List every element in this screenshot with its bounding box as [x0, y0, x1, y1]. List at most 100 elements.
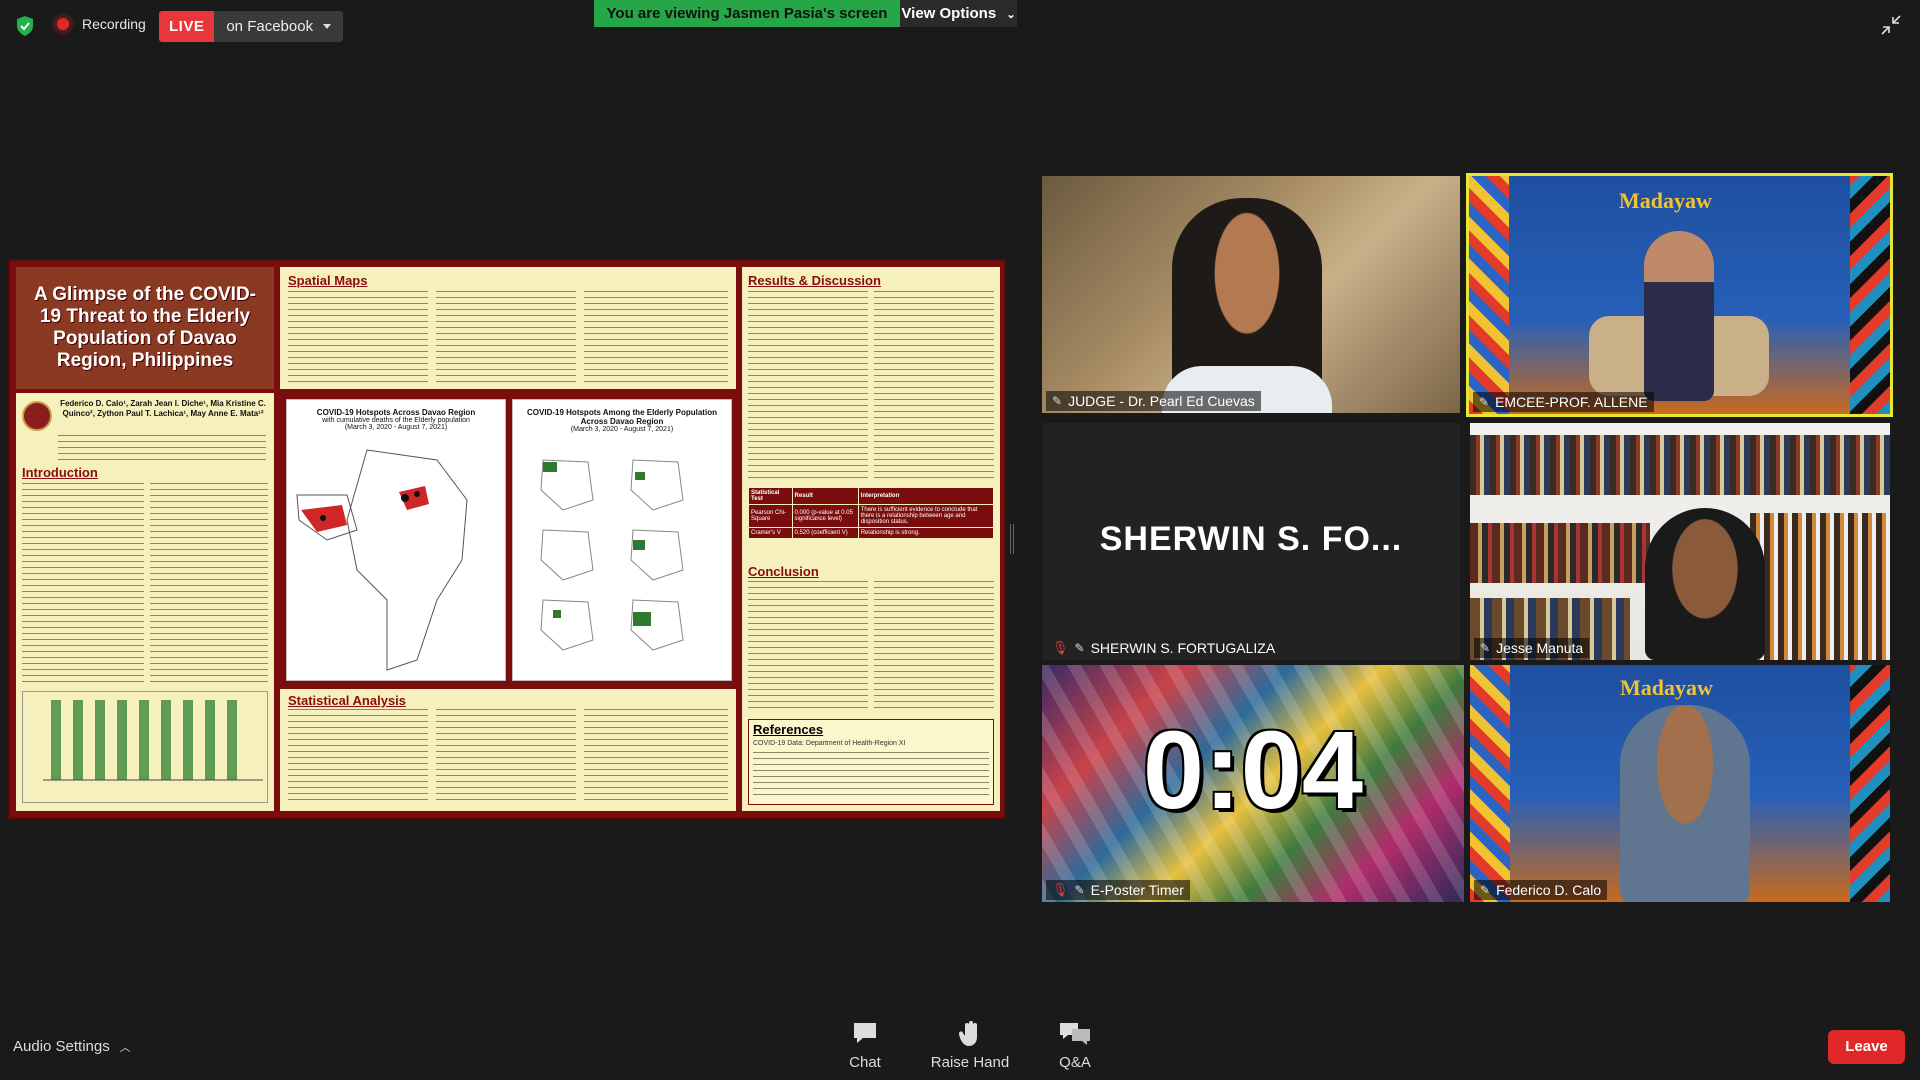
video-tile-emcee[interactable]: Madayaw ✎ EMCEE-PROF. ALLENE: [1466, 173, 1893, 417]
poster-right-panel: Results & Discussion Statistical Test Re…: [742, 267, 1000, 811]
participant-name-tag: ✎ Federico D. Calo: [1474, 880, 1608, 900]
participant-figure: [1645, 508, 1765, 660]
participant-name-tag: 🎙︎ ✎ SHERWIN S. FORTUGALIZA: [1046, 638, 1281, 658]
spatial-maps-heading: Spatial Maps: [288, 273, 368, 288]
chart-bar: [205, 700, 215, 780]
video-tile-judge[interactable]: ✎ JUDGE - Dr. Pearl Ed Cuevas: [1042, 176, 1460, 413]
poster-title: A Glimpse of the COVID-19 Threat to the …: [16, 267, 274, 389]
death-marker: [414, 491, 420, 497]
chat-button[interactable]: Chat: [825, 1020, 905, 1071]
mini-map: [540, 599, 594, 651]
table-cell: 0.520 (coefficient V): [791, 527, 859, 539]
video-tile-sherwin[interactable]: SHERWIN S. FO... 🎙︎ ✎ SHERWIN S. FORTUGA…: [1042, 423, 1460, 660]
pin-icon: ✎: [1480, 883, 1491, 897]
mini-map: [540, 529, 594, 581]
bookshelf-row: [1470, 435, 1890, 495]
chart-bar: [161, 700, 171, 780]
event-logo: Madayaw: [1619, 188, 1712, 213]
reference-1: COVID-19 Data: Department of Health-Regi…: [753, 740, 906, 747]
mini-map: [630, 529, 684, 581]
hotspot-map-figure-2: COVID-19 Hotspots Among the Elderly Popu…: [512, 399, 732, 681]
event-logo: Madayaw: [1620, 675, 1713, 700]
hotspot-fill: [633, 612, 651, 626]
split-view-drag-handle[interactable]: [1010, 524, 1014, 554]
bookshelf-row: [1750, 513, 1890, 660]
results-text-col2: [874, 291, 994, 481]
view-options-label: View Options: [901, 5, 997, 22]
video-tile-jesse[interactable]: ✎ Jesse Manuta: [1470, 423, 1890, 660]
participant-name: Jesse Manuta: [1496, 640, 1584, 656]
participant-name: E-Poster Timer: [1090, 882, 1184, 898]
conclusion-text-col1: [748, 581, 868, 713]
participant-name-tag: ✎ JUDGE - Dr. Pearl Ed Cuevas: [1046, 391, 1261, 411]
conclusion-heading: Conclusion: [748, 564, 819, 579]
hotspot-fill: [543, 462, 557, 472]
raise-hand-icon-graphic: [958, 1021, 977, 1046]
stats-text-col3: [584, 709, 728, 805]
recording-label: Recording: [82, 16, 146, 32]
video-tile-timer[interactable]: 0:04 🎙︎ ✎ E-Poster Timer: [1042, 665, 1464, 902]
view-options-button[interactable]: View Options ⌄: [900, 0, 1017, 27]
table-cell: Pearson Chi-Square: [748, 504, 793, 528]
stats-text-col1: [288, 709, 428, 805]
participant-name: EMCEE-PROF. ALLENE: [1495, 394, 1648, 410]
table-cell: There is sufficient evidence to conclude…: [857, 504, 995, 528]
raise-hand-button[interactable]: Raise Hand: [930, 1020, 1010, 1071]
pin-icon: ✎: [1480, 641, 1491, 655]
chat-label: Chat: [849, 1054, 881, 1071]
qa-icon-graphic: [1060, 1023, 1090, 1045]
participant-name: SHERWIN S. FORTUGALIZA: [1090, 640, 1276, 656]
chart-bar: [73, 700, 83, 780]
exit-fullscreen-icon[interactable]: [1880, 14, 1902, 36]
live-stream-button[interactable]: LIVE on Facebook: [159, 11, 344, 42]
chat-icon-graphic: [854, 1023, 876, 1043]
participant-name-tag: ✎ EMCEE-PROF. ALLENE: [1473, 392, 1654, 412]
table-header: Statistical Test: [748, 487, 793, 505]
pin-icon: ✎: [1074, 641, 1085, 655]
bar-chart-graphic: [43, 700, 263, 781]
references-text: [753, 752, 989, 800]
chart-bar: [95, 700, 105, 780]
record-icon: [54, 15, 72, 33]
participant-figure: [1620, 705, 1750, 902]
security-shield-icon[interactable]: [14, 15, 36, 37]
death-marker: [401, 494, 409, 502]
spatial-text-col1: [288, 291, 428, 383]
shared-screen-poster: A Glimpse of the COVID-19 Threat to the …: [8, 259, 1006, 819]
region-outline: [346, 449, 468, 671]
video-tile-federico[interactable]: Madayaw ✎ Federico D. Calo: [1470, 665, 1890, 902]
stats-text-col2: [436, 709, 576, 805]
decorative-border-right: [1850, 665, 1890, 902]
chart-bar: [227, 700, 237, 780]
results-text-col1: [748, 291, 868, 481]
qa-label: Q&A: [1059, 1054, 1091, 1071]
participant-name: JUDGE - Dr. Pearl Ed Cuevas: [1068, 393, 1255, 409]
stats-table: Statistical Test Result Interpretation P…: [748, 487, 995, 539]
mic-muted-icon: 🎙︎: [1052, 882, 1069, 897]
qa-button[interactable]: Q&A: [1035, 1020, 1115, 1071]
audio-settings-button[interactable]: Audio Settings ︿: [13, 1038, 131, 1055]
decorative-border-left: [1470, 665, 1510, 902]
table-header: Interpretation: [857, 487, 995, 505]
introduction-heading: Introduction: [22, 465, 98, 480]
statistical-analysis-panel: Statistical Analysis: [280, 689, 736, 811]
small-multiples-maps: [540, 459, 684, 651]
references-box: References COVID-19 Data: Department of …: [748, 719, 994, 805]
participant-name: Federico D. Calo: [1496, 882, 1602, 898]
poster-authors: Federico D. Calo¹, Zarah Jean I. Diche¹,…: [60, 399, 266, 418]
chart-bar: [183, 700, 193, 780]
spatial-text-col2: [436, 291, 576, 383]
bookshelf-row: [1470, 523, 1650, 583]
affiliations-text: [58, 435, 266, 463]
table-cell: Relationship is strong.: [857, 527, 995, 539]
conclusion-text-col2: [874, 581, 994, 713]
leave-button[interactable]: Leave: [1828, 1030, 1905, 1064]
pin-icon: ✎: [1479, 395, 1490, 409]
table-cell: Cramer's V: [748, 527, 793, 539]
mic-muted-icon: 🎙︎: [1052, 640, 1069, 655]
live-badge: LIVE: [159, 11, 215, 42]
recording-indicator[interactable]: Recording: [54, 15, 146, 33]
introduction-text-col2: [150, 483, 268, 683]
chart-bar: [139, 700, 149, 780]
chevron-up-icon: ︿: [119, 1041, 131, 1054]
